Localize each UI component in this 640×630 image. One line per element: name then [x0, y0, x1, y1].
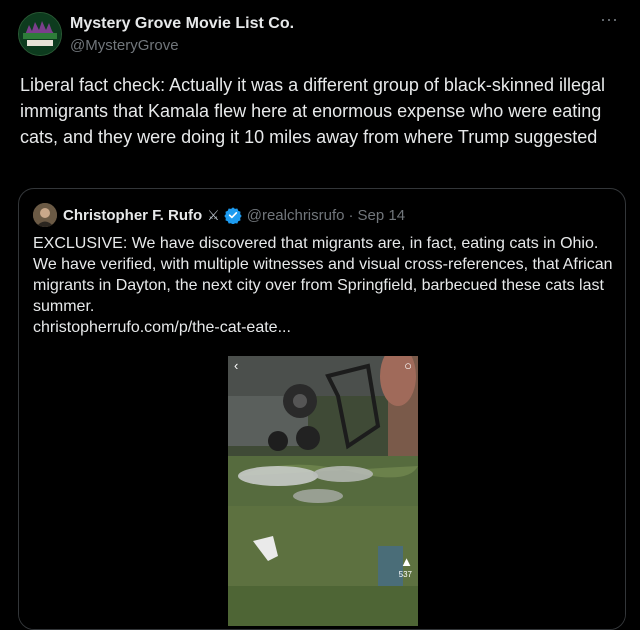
more-options-button[interactable]: ··· [596, 9, 622, 32]
author-handle[interactable]: @MysteryGrove [70, 36, 294, 56]
quoted-post-text: EXCLUSIVE: We have discovered that migra… [33, 233, 613, 338]
quoted-post-card[interactable]: Christopher F. Rufo ⚔ @realchrisrufo · S… [18, 188, 626, 630]
quoted-author-handle: @realchrisrufo [246, 206, 345, 224]
quoted-author-name[interactable]: Christopher F. Rufo [63, 207, 202, 224]
thumbs-up-icon[interactable]: ▲ [400, 554, 413, 569]
search-icon[interactable]: ○ [404, 358, 412, 373]
header-separator: · [348, 206, 354, 224]
crossed-swords-icon: ⚔ [207, 206, 220, 223]
more-horizontal-icon: ··· [600, 9, 618, 29]
chevron-left-icon[interactable]: ‹ [234, 358, 238, 373]
author-avatar[interactable] [18, 12, 62, 56]
verified-badge-icon [224, 206, 242, 224]
like-count: 537 [398, 570, 412, 579]
video-scene [228, 356, 418, 626]
quoted-author-avatar[interactable] [33, 203, 57, 227]
quoted-post-media[interactable]: ‹ ○ ▲ 537 [19, 351, 625, 629]
post-text: Liberal fact check: Actually it was a di… [20, 75, 605, 147]
author-display-name[interactable]: Mystery Grove Movie List Co. [70, 14, 294, 34]
video-frame[interactable]: ‹ ○ ▲ 537 [228, 356, 418, 626]
post-author: Mystery Grove Movie List Co. @MysteryGro… [70, 14, 294, 56]
quoted-post-date[interactable]: Sep 14 [358, 207, 406, 224]
quoted-post-link[interactable]: christopherrufo.com/p/the-cat-eate... [33, 317, 613, 338]
quoted-post-header: Christopher F. Rufo ⚔ @realchrisrufo · S… [33, 203, 405, 227]
quoted-post-body: EXCLUSIVE: We have discovered that migra… [33, 235, 613, 315]
